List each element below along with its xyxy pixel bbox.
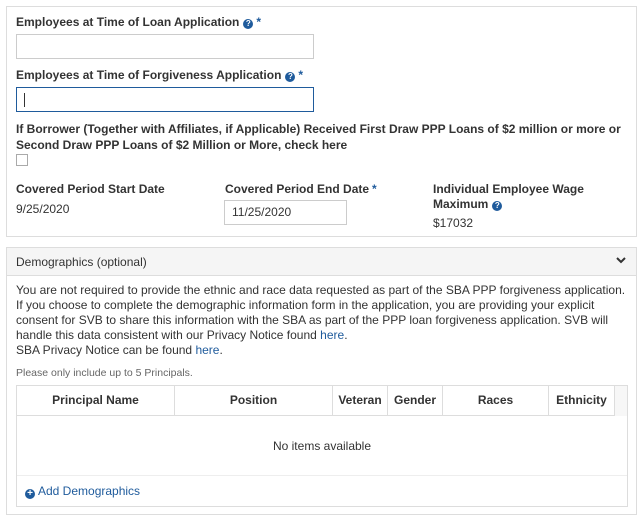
privacy-notice-link[interactable]: here xyxy=(320,328,344,342)
required-mark: * xyxy=(298,68,304,82)
demographics-disclaimer: You are not required to provide the ethn… xyxy=(16,283,626,357)
loan-info-panel: Employees at Time of Loan Application? * … xyxy=(6,6,637,237)
required-mark: * xyxy=(256,15,262,29)
period-end-input[interactable]: 11/25/2020 xyxy=(224,200,347,225)
empty-grid-message: No items available xyxy=(17,416,627,476)
plus-circle-icon: + xyxy=(25,489,35,499)
period-start-label: Covered Period Start Date xyxy=(16,182,165,196)
column-position[interactable]: Position xyxy=(175,386,333,416)
chevron-down-icon[interactable] xyxy=(615,254,627,266)
add-demographics-button[interactable]: + Add Demographics xyxy=(25,484,140,499)
column-veteran[interactable]: Veteran xyxy=(333,386,388,416)
column-ethnicity[interactable]: Ethnicity xyxy=(549,386,615,416)
grid-header: Principal Name Position Veteran Gender R… xyxy=(17,386,627,416)
text-caret xyxy=(24,93,25,107)
principals-limit-note: Please only include up to 5 Principals. xyxy=(16,367,193,379)
period-start-value: 9/25/2020 xyxy=(16,202,70,216)
wage-max-value: $17032 xyxy=(433,216,474,230)
employees-loan-label: Employees at Time of Loan Application? * xyxy=(16,15,262,29)
borrower-draw-checkbox[interactable] xyxy=(16,154,28,166)
question-circle-icon[interactable]: ? xyxy=(492,201,503,211)
wage-max-label: Individual Employee Wage Maximum? xyxy=(433,182,584,211)
principals-grid: Principal Name Position Veteran Gender R… xyxy=(16,385,628,507)
borrower-draw-label: If Borrower (Together with Affiliates, i… xyxy=(16,122,621,152)
question-circle-icon[interactable]: ? xyxy=(243,19,254,29)
column-principal-name[interactable]: Principal Name xyxy=(17,386,175,416)
demographics-title: Demographics (optional) xyxy=(16,255,147,269)
required-mark: * xyxy=(372,182,377,196)
question-circle-icon[interactable]: ? xyxy=(285,72,296,82)
demographics-header[interactable]: Demographics (optional) xyxy=(7,248,636,276)
header-scroll-spacer xyxy=(615,386,627,416)
column-gender[interactable]: Gender xyxy=(388,386,443,416)
period-end-label: Covered Period End Date * xyxy=(225,182,377,196)
add-demographics-label: Add Demographics xyxy=(38,484,141,498)
employees-forgiveness-label: Employees at Time of Forgiveness Applica… xyxy=(16,68,304,82)
sba-privacy-notice-link[interactable]: here xyxy=(195,343,219,357)
column-races[interactable]: Races xyxy=(443,386,549,416)
employees-forgiveness-input[interactable] xyxy=(16,87,314,112)
demographics-panel: Demographics (optional) You are not requ… xyxy=(6,247,637,515)
employees-loan-input[interactable] xyxy=(16,34,314,59)
